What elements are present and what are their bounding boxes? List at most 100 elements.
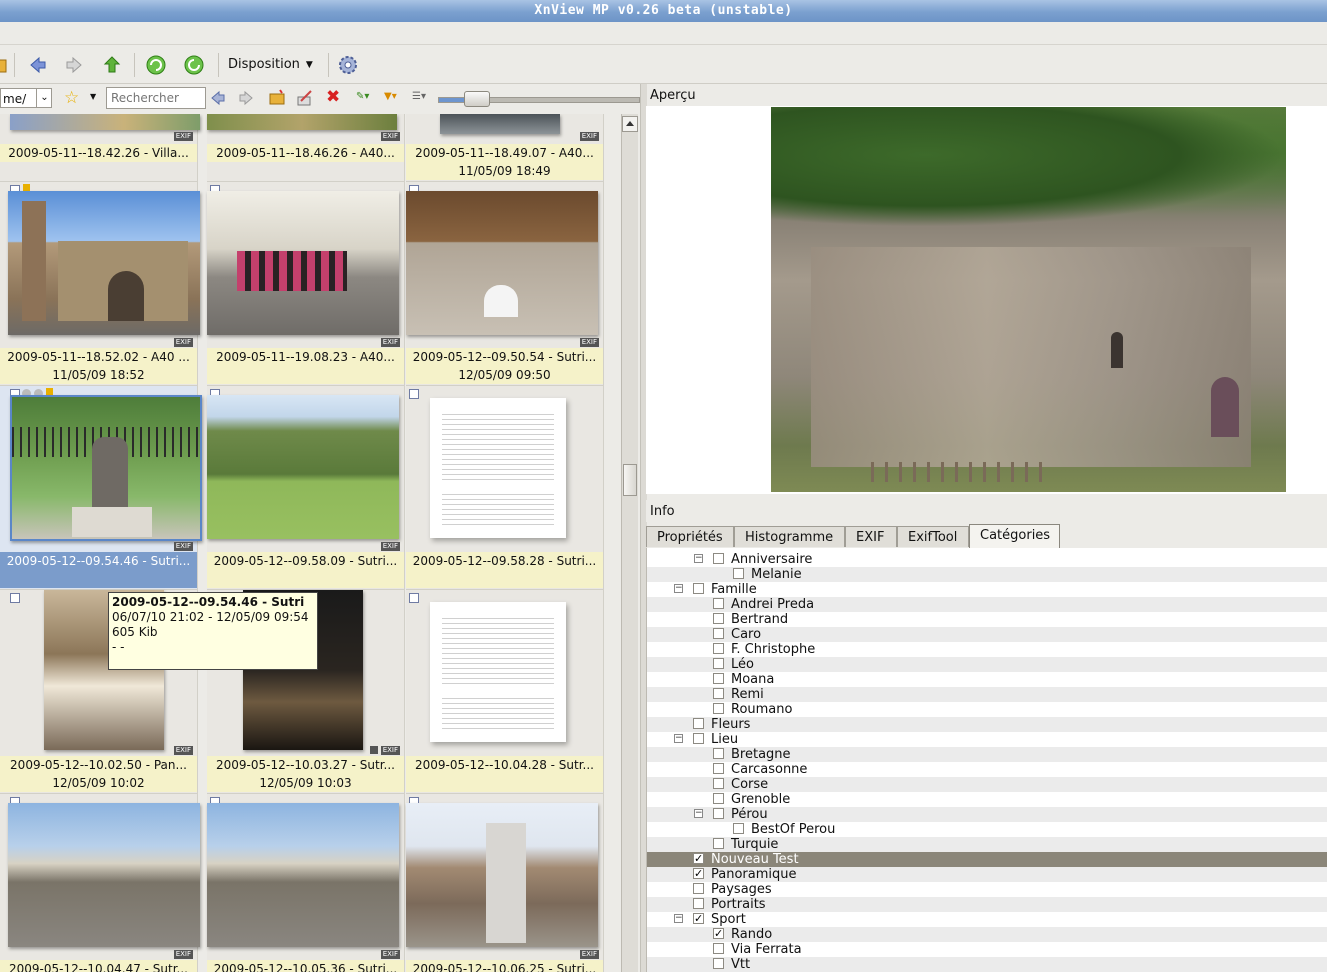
category-checkbox[interactable] xyxy=(713,778,724,789)
category-checkbox[interactable] xyxy=(713,703,724,714)
category-checkbox[interactable] xyxy=(693,883,704,894)
thumbnail-image[interactable] xyxy=(406,191,598,335)
chevron-down-icon[interactable]: ▼ xyxy=(90,92,96,101)
gear-icon[interactable] xyxy=(336,53,360,77)
thumbnail-cell[interactable]: 2009-05-12--09.58.28 - Sutri... xyxy=(406,386,604,590)
collapse-toggle-icon[interactable]: − xyxy=(694,554,703,563)
category-item[interactable]: Andrei Preda xyxy=(647,597,1327,612)
tab-exiftool[interactable]: ExifTool xyxy=(897,526,969,547)
category-item[interactable]: Léo xyxy=(647,657,1327,672)
select-checkbox[interactable] xyxy=(409,593,419,603)
thumbnail-image[interactable] xyxy=(8,803,200,947)
scroll-up-button[interactable] xyxy=(622,116,638,132)
parent-folder-icon[interactable] xyxy=(100,53,124,77)
rename-icon[interactable] xyxy=(296,89,314,110)
thumbnail-image[interactable] xyxy=(8,191,200,335)
delete-icon[interactable]: ✖ xyxy=(326,87,340,107)
select-checkbox[interactable] xyxy=(10,593,20,603)
category-checkbox[interactable] xyxy=(713,958,724,969)
layout-dropdown[interactable]: Disposition ▼ xyxy=(228,53,313,77)
thumbnail-cell[interactable]: EXIF 2009-05-11--18.42.26 - Villa... xyxy=(0,114,200,182)
category-checkbox[interactable] xyxy=(713,793,724,804)
forward-arrow-icon[interactable] xyxy=(238,90,254,109)
thumbnail-image[interactable] xyxy=(207,191,399,335)
thumbnail-cell[interactable]: EXIF 2009-05-11--18.49.07 - A40... 11/05… xyxy=(406,114,604,182)
thumbnail-cell[interactable]: EXIF 2009-05-11--19.08.23 - A40... xyxy=(207,182,405,386)
category-checkbox[interactable] xyxy=(693,733,704,744)
category-checkbox[interactable] xyxy=(733,823,744,834)
back-arrow-icon[interactable] xyxy=(210,90,226,109)
thumbnail-image[interactable] xyxy=(207,114,397,130)
thumbnail-cell-selected[interactable]: EXIF 2009-05-12--09.54.46 - Sutri... xyxy=(0,386,202,590)
category-item[interactable]: Corse xyxy=(647,777,1327,792)
search-input[interactable] xyxy=(106,87,206,109)
category-checkbox[interactable] xyxy=(713,673,724,684)
category-item[interactable]: Remi xyxy=(647,687,1327,702)
category-item[interactable]: Fleurs xyxy=(647,717,1327,732)
thumbnail-scrollbar[interactable] xyxy=(621,114,638,972)
collapse-toggle-icon[interactable]: − xyxy=(674,584,683,593)
sort-icon[interactable]: ☰▾ xyxy=(412,91,426,102)
folder-icon[interactable] xyxy=(0,53,10,77)
forward-arrow-icon[interactable] xyxy=(62,53,86,77)
category-item[interactable]: ✓ Nouveau Test xyxy=(647,852,1327,867)
category-checkbox[interactable]: ✓ xyxy=(713,928,724,939)
category-checkbox[interactable] xyxy=(713,838,724,849)
category-checkbox[interactable] xyxy=(693,718,704,729)
category-item[interactable]: − Famille xyxy=(647,582,1327,597)
category-checkbox[interactable] xyxy=(693,898,704,909)
scrollbar-thumb[interactable] xyxy=(623,464,637,496)
chevron-down-icon[interactable]: ⌄ xyxy=(36,89,52,107)
refresh-icon[interactable] xyxy=(144,53,168,77)
category-item[interactable]: Melanie xyxy=(647,567,1327,582)
thumbnail-image[interactable] xyxy=(406,803,598,947)
category-checkbox[interactable] xyxy=(713,658,724,669)
category-item[interactable]: Portraits xyxy=(647,897,1327,912)
category-item[interactable]: BestOf Perou xyxy=(647,822,1327,837)
thumbnail-cell[interactable]: EXIF 2009-05-11--18.46.26 - A40... xyxy=(207,114,405,182)
category-item[interactable]: − ✓ Sport xyxy=(647,912,1327,927)
category-item[interactable]: Paysages xyxy=(647,882,1327,897)
tag-icon[interactable]: ✎▾ xyxy=(356,91,369,102)
category-item[interactable]: Vtt xyxy=(647,957,1327,972)
category-item[interactable]: Roumano xyxy=(647,702,1327,717)
category-checkbox[interactable] xyxy=(713,943,724,954)
category-checkbox[interactable] xyxy=(713,808,724,819)
document-icon[interactable] xyxy=(430,398,566,538)
category-checkbox[interactable] xyxy=(713,598,724,609)
filter-icon[interactable]: ▼▾ xyxy=(384,91,397,102)
category-checkbox[interactable] xyxy=(733,568,744,579)
category-checkbox[interactable] xyxy=(693,583,704,594)
collapse-toggle-icon[interactable]: − xyxy=(694,809,703,818)
category-item[interactable]: Moana xyxy=(647,672,1327,687)
category-item[interactable]: Bertrand xyxy=(647,612,1327,627)
category-item[interactable]: F. Christophe xyxy=(647,642,1327,657)
back-arrow-icon[interactable] xyxy=(26,53,50,77)
thumbnail-image[interactable] xyxy=(10,395,202,541)
collapse-toggle-icon[interactable]: − xyxy=(674,734,683,743)
thumbnail-image[interactable] xyxy=(440,114,560,134)
category-checkbox[interactable] xyxy=(713,763,724,774)
slider-handle[interactable] xyxy=(464,91,490,107)
thumbnail-image[interactable] xyxy=(207,395,399,539)
category-checkbox[interactable] xyxy=(713,643,724,654)
category-item[interactable]: ✓ Rando xyxy=(647,927,1327,942)
tab-properties[interactable]: Propriétés xyxy=(646,526,734,547)
category-item[interactable]: Turquie xyxy=(647,837,1327,852)
category-item[interactable]: − Lieu xyxy=(647,732,1327,747)
category-item[interactable]: ✓ Panoramique xyxy=(647,867,1327,882)
tab-histogram[interactable]: Histogramme xyxy=(734,526,845,547)
thumbnail-cell[interactable]: EXIF 2009-05-12--09.50.54 - Sutri... 12/… xyxy=(406,182,604,386)
star-icon[interactable]: ☆ xyxy=(64,88,79,108)
thumbnail-cell[interactable]: EXIF 2009-05-12--09.58.09 - Sutri... xyxy=(207,386,405,590)
category-checkbox[interactable] xyxy=(713,613,724,624)
category-item[interactable]: Caro xyxy=(647,627,1327,642)
category-item[interactable]: − Anniversaire xyxy=(647,552,1327,567)
category-checkbox[interactable] xyxy=(713,628,724,639)
category-checkbox[interactable] xyxy=(713,688,724,699)
category-checkbox[interactable] xyxy=(713,748,724,759)
collapse-toggle-icon[interactable]: − xyxy=(674,914,683,923)
category-checkbox[interactable] xyxy=(713,553,724,564)
category-checkbox[interactable]: ✓ xyxy=(693,853,704,864)
thumbnail-cell[interactable]: EXIF 2009-05-12--10.05.36 - Sutri... xyxy=(207,794,405,972)
